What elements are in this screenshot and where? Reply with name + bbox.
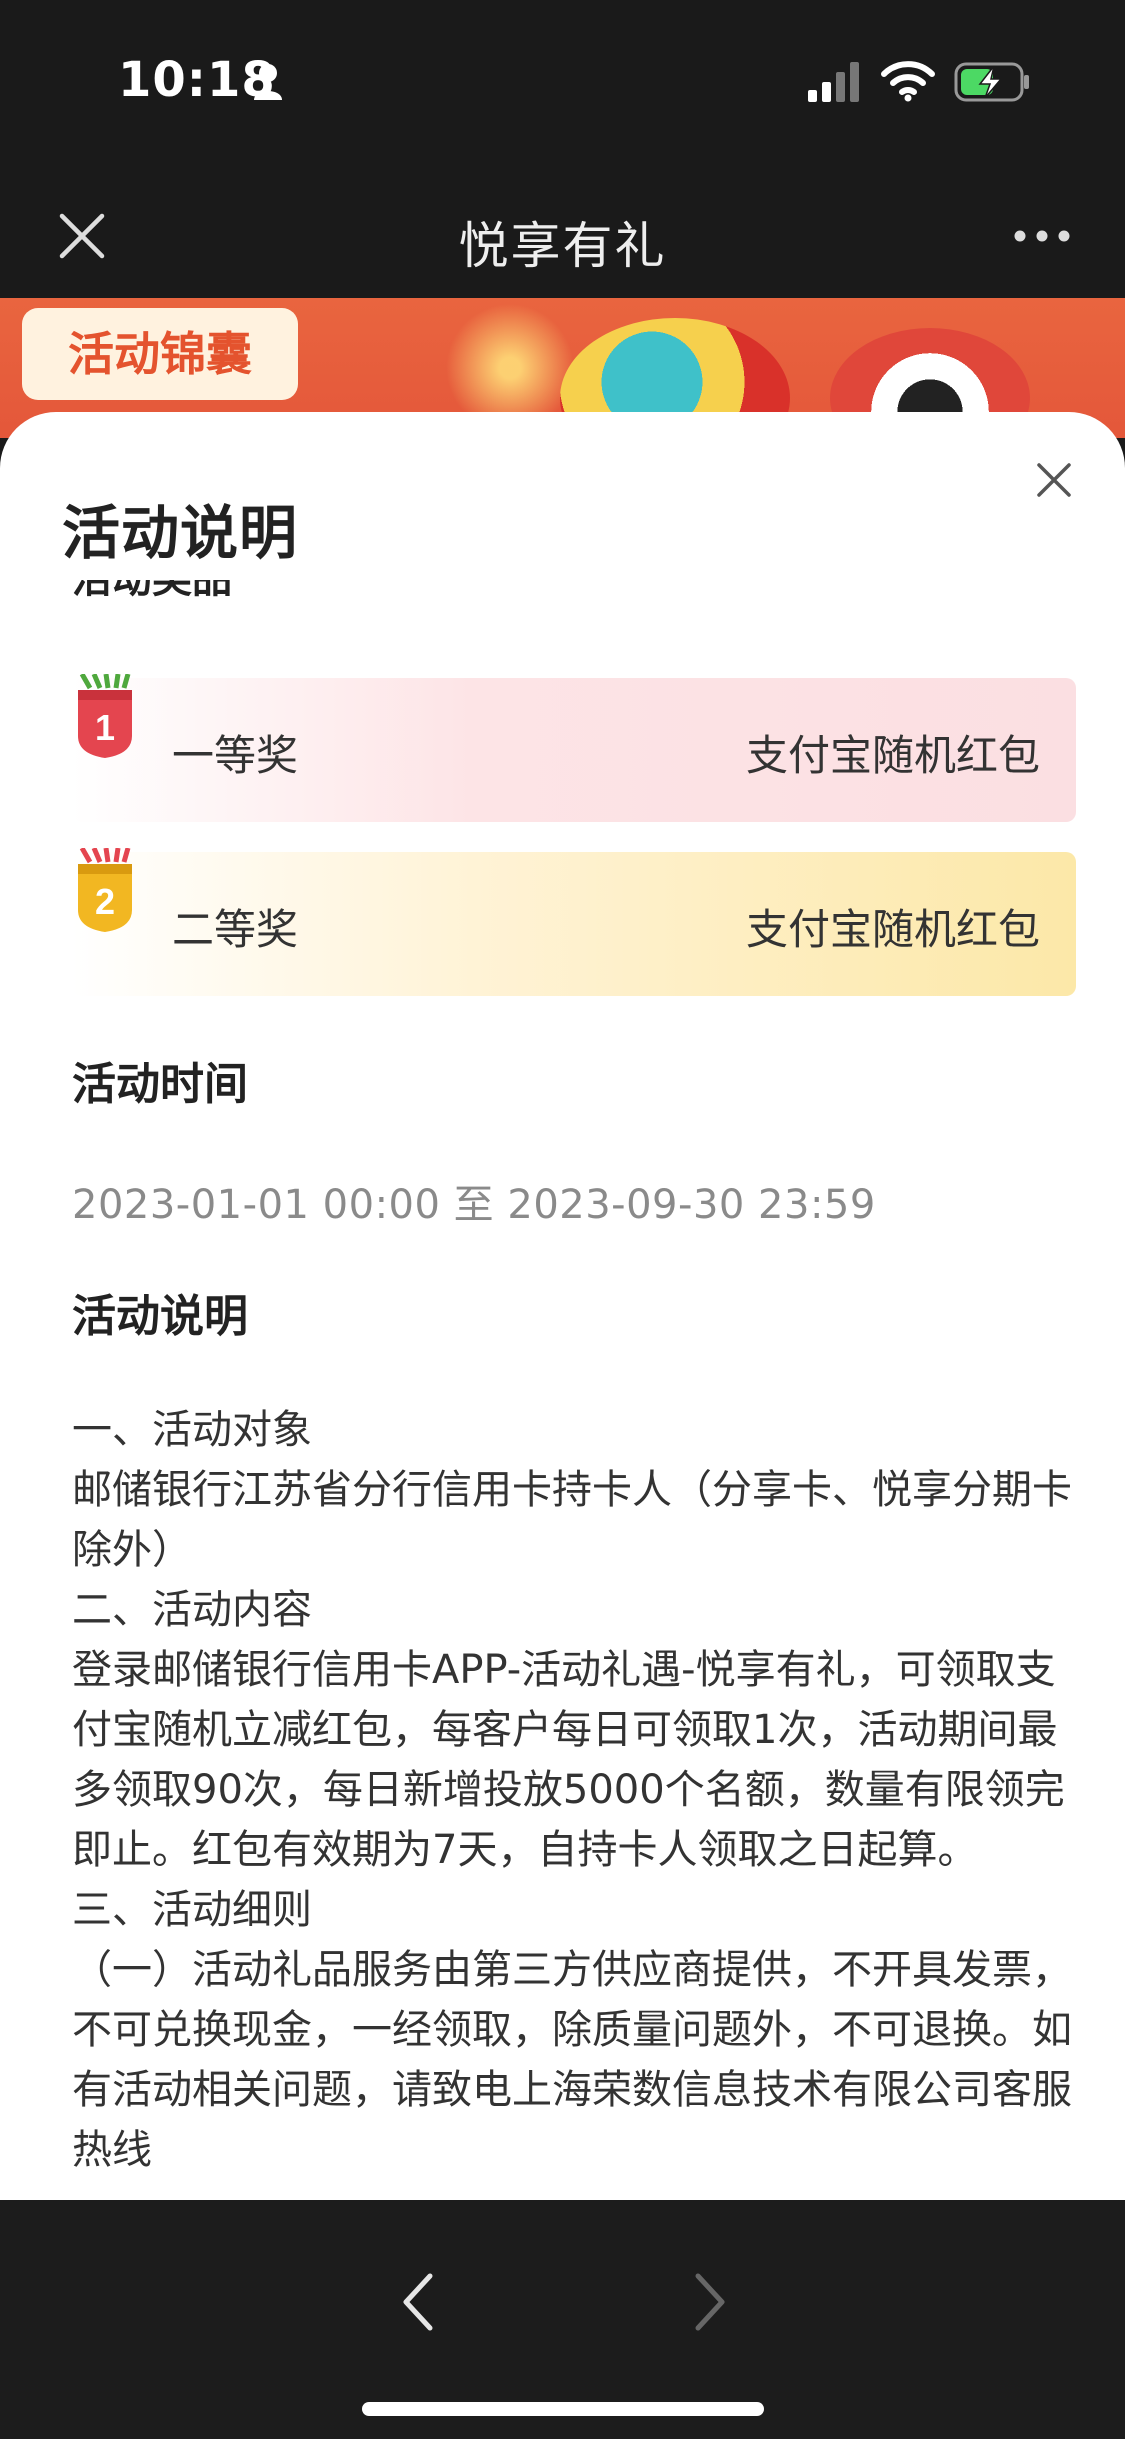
more-options-icon[interactable] — [1010, 216, 1074, 256]
prize-reward: 支付宝随机红包 — [745, 905, 1040, 954]
activity-tips-tag[interactable]: 活动锦囊 — [22, 308, 298, 400]
sheet-close-icon[interactable] — [1034, 460, 1074, 500]
description-body: 一、活动对象 邮储银行江苏省分行信用卡持卡人（分享卡、悦享分期卡除外） 二、活动… — [72, 1400, 1082, 2180]
bottom-toolbar — [0, 2200, 1125, 2439]
status-bar: 10:18 — [0, 0, 1125, 170]
medal-first-icon: 1 — [78, 674, 132, 758]
home-indicator[interactable] — [362, 2402, 764, 2416]
battery-charging-icon — [954, 62, 1029, 102]
prize-card-second: 2 二等奖 支付宝随机红包 — [72, 848, 1076, 996]
sheet-scroll-content[interactable]: 活动奖品 1 一等奖 支付宝随机红包 2 二等奖 支付宝随机红包 活动时间 20… — [0, 580, 1125, 2200]
prize-card-first: 1 一等奖 支付宝随机红包 — [72, 674, 1076, 822]
medal-first-number: 1 — [95, 707, 115, 748]
time-range: 2023-01-01 00:00 至 2023-09-30 23:59 — [72, 1182, 876, 1228]
page-title: 悦享有礼 — [458, 217, 667, 275]
description-heading: 活动说明 — [72, 1291, 248, 1342]
desc-line: 邮储银行江苏省分行信用卡持卡人（分享卡、悦享分期卡除外） — [72, 1467, 1072, 1573]
wifi-icon — [881, 61, 935, 102]
prizes-heading: 活动奖品 — [72, 580, 232, 604]
medal-second-number: 2 — [95, 881, 115, 922]
activity-description-sheet: 活动说明 活动奖品 1 一等奖 支付宝随机红包 2 二等奖 支付宝随机红包 — [0, 412, 1125, 2200]
desc-line: 一、活动对象 — [72, 1407, 312, 1453]
prize-name: 二等奖 — [172, 905, 299, 954]
sheet-title: 活动说明 — [62, 499, 299, 567]
desc-line: 三、活动细则 — [72, 1887, 312, 1933]
forward-arrow-icon[interactable] — [690, 2270, 730, 2334]
back-arrow-icon[interactable] — [398, 2270, 438, 2334]
cellular-signal-icon — [808, 62, 859, 102]
desc-line: 二、活动内容 — [72, 1587, 312, 1633]
medal-second-icon: 2 — [78, 848, 132, 932]
desc-line: 登录邮储银行信用卡APP-活动礼遇-悦享有礼，可领取支付宝随机立减红包，每客户每… — [72, 1647, 1065, 1873]
person-icon — [254, 64, 282, 100]
time-heading: 活动时间 — [72, 1059, 248, 1110]
desc-line: （一）活动礼品服务由第三方供应商提供，不开具发票，不可兑换现金，一经领取，除质量… — [72, 1947, 1072, 2173]
nav-bar: 悦享有礼 — [0, 170, 1125, 298]
prize-reward: 支付宝随机红包 — [745, 731, 1040, 780]
prize-name: 一等奖 — [172, 731, 299, 780]
